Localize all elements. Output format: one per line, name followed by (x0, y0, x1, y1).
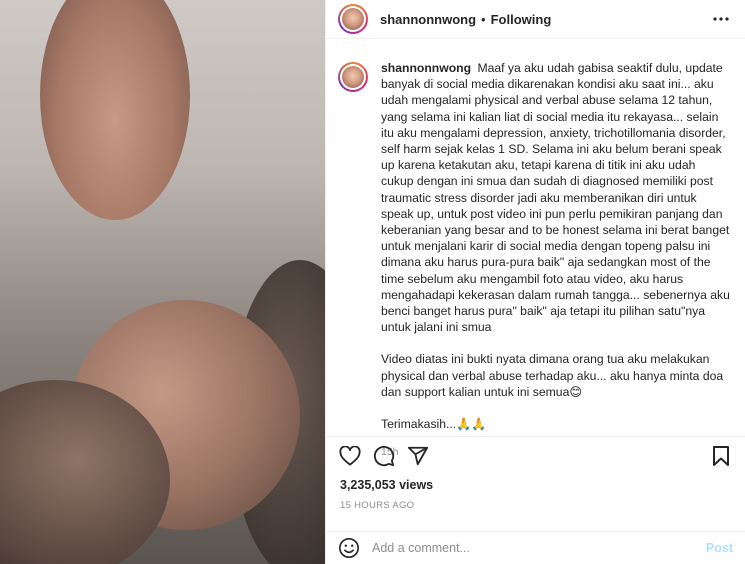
avatar-image (342, 66, 364, 88)
avatar-image (342, 8, 364, 30)
header-username[interactable]: shannonnwong (380, 12, 476, 27)
view-count[interactable]: 3,235,053 views (340, 478, 433, 492)
following-button[interactable]: Following (491, 12, 552, 27)
action-bar (326, 436, 745, 474)
caption-body: shannonnwong Maaf ya aku udah gabisa sea… (381, 60, 731, 460)
share-icon[interactable] (406, 444, 430, 468)
avatar[interactable] (338, 4, 368, 34)
caption-text-1: Maaf ya aku udah gabisa seaktif dulu, up… (381, 61, 730, 335)
post-video[interactable] (0, 0, 325, 564)
caption-paragraph-2: Video diatas ini bukti nyata dimana oran… (381, 352, 724, 399)
post-date[interactable]: 15 HOURS AGO (340, 500, 414, 511)
comment-box: Post (326, 531, 745, 564)
caption-avatar[interactable] (338, 62, 368, 92)
comment-icon[interactable] (372, 444, 396, 468)
more-horizontal-icon[interactable] (711, 9, 731, 29)
video-figure-head (40, 0, 190, 220)
emoji-icon[interactable] (338, 537, 360, 559)
header-separator: • (481, 11, 486, 27)
caption-username[interactable]: shannonnwong (381, 61, 471, 75)
caption-paragraph-1: shannonnwong Maaf ya aku udah gabisa sea… (381, 60, 731, 335)
post-caption: shannonnwong Maaf ya aku udah gabisa sea… (338, 60, 735, 460)
bookmark-icon[interactable] (709, 444, 733, 468)
caption-paragraph-3: Terimakasih...🙏🙏 (381, 417, 487, 432)
post-side-panel: shannonnwong • Following shannonnwong Ma… (325, 0, 745, 564)
post-comment-button[interactable]: Post (706, 541, 733, 555)
heart-icon[interactable] (338, 444, 362, 468)
post-header: shannonnwong • Following (326, 0, 745, 39)
comment-input[interactable] (372, 541, 706, 555)
